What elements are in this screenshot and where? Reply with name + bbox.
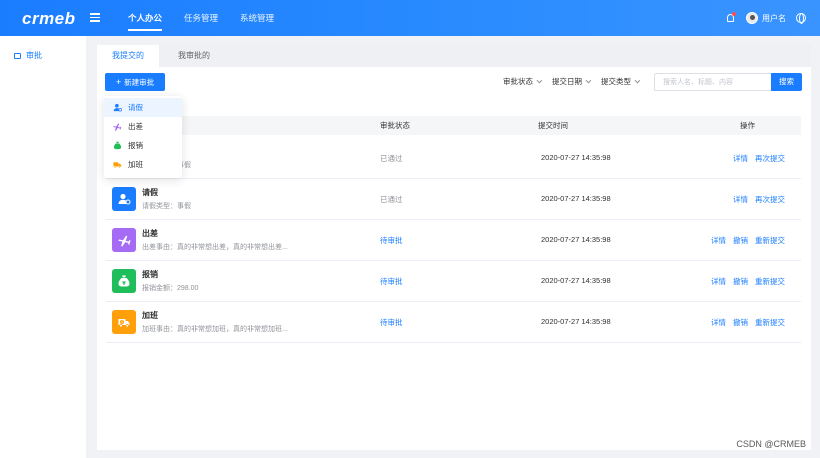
row-desc: 报销金额：298.00: [142, 285, 199, 292]
status-badge: 已通过: [380, 154, 403, 163]
document-icon: [14, 52, 21, 59]
row-title: 出差: [142, 229, 158, 238]
row-time: 2020-07-27 14:35:98: [541, 276, 611, 285]
top-nav: 个人办公 任务管理 系统管理: [128, 0, 296, 36]
resubmit-link[interactable]: 重新提交: [755, 317, 785, 328]
status-badge: 待审批: [380, 277, 403, 286]
status-badge: 待审批: [380, 236, 403, 245]
header-status: 审批状态: [380, 121, 410, 130]
withdraw-link[interactable]: 撤销: [733, 276, 748, 287]
row-desc: 加班事由：真的非常想加班，真的非常想加班...: [142, 326, 288, 333]
header-actions: 操作: [740, 121, 755, 130]
filter-submit-date[interactable]: 提交日期: [552, 76, 592, 87]
withdraw-link[interactable]: 撤销: [733, 317, 748, 328]
status-badge: 待审批: [380, 318, 403, 327]
logo[interactable]: crmeb: [22, 9, 76, 29]
money-bag-icon: ¥: [112, 269, 136, 293]
menu-toggle-icon[interactable]: [90, 13, 100, 22]
detail-link[interactable]: 详情: [733, 153, 748, 164]
row-title: 报销: [142, 270, 158, 279]
row-time: 2020-07-27 14:35:98: [541, 317, 611, 326]
search-button[interactable]: 搜索: [771, 73, 802, 91]
table-row[interactable]: 请假 请假类型：事假 已通过 2020-07-27 14:35:98 详情 再次…: [106, 179, 801, 220]
new-approval-button[interactable]: + 新建审批: [105, 73, 165, 91]
sidebar-item-label: 审批: [26, 51, 42, 60]
avatar[interactable]: [746, 12, 758, 24]
chevron-down-icon: [634, 77, 641, 83]
language-globe-icon[interactable]: [796, 13, 806, 24]
row-time: 2020-07-27 14:35:98: [541, 194, 611, 203]
row-actions: 详情 撤销 重新提交: [704, 276, 785, 287]
row-desc: 请假类型：事假: [142, 203, 191, 210]
withdraw-link[interactable]: 撤销: [733, 235, 748, 246]
sidebar: 审批: [0, 36, 86, 458]
top-header: crmeb 个人办公 任务管理 系统管理 用户名: [0, 0, 820, 36]
row-title: 请假: [142, 188, 158, 197]
resubmit-link[interactable]: 再次提交: [755, 153, 785, 164]
table-header: 审批状态 提交时间 操作: [106, 116, 801, 135]
airplane-icon: [113, 123, 122, 131]
status-badge: 已通过: [380, 195, 403, 204]
dropdown-item-leave[interactable]: 请假: [104, 98, 182, 117]
table-row[interactable]: 出差 出差事由：真的非常想出差，真的非常想出差... 待审批 2020-07-2…: [106, 220, 801, 261]
filter-submit-type[interactable]: 提交类型: [601, 76, 641, 87]
resubmit-link[interactable]: 重新提交: [755, 276, 785, 287]
nav-system-management[interactable]: 系统管理: [240, 0, 274, 36]
nav-task-management[interactable]: 任务管理: [184, 0, 218, 36]
row-time: 2020-07-27 14:35:98: [541, 153, 611, 162]
detail-link[interactable]: 详情: [711, 317, 726, 328]
header-time: 提交时间: [538, 121, 568, 130]
row-time: 2020-07-27 14:35:98: [541, 235, 611, 244]
table-row[interactable]: ¥ 报销 报销金额：298.00 待审批 2020-07-27 14:35:98…: [106, 261, 801, 302]
plus-icon: +: [115, 77, 122, 87]
table-row[interactable]: 加班 加班事由：真的非常想加班，真的非常想加班... 待审批 2020-07-2…: [106, 302, 801, 343]
row-actions: 详情 再次提交: [726, 153, 785, 164]
sidebar-item-approval[interactable]: 审批: [14, 50, 42, 61]
svg-text:¥: ¥: [122, 281, 126, 287]
header-user-area: 用户名: [727, 0, 806, 36]
person-icon: [113, 103, 122, 112]
row-desc: 出差事由：真的非常想出差，真的非常想出差...: [142, 244, 288, 251]
detail-link[interactable]: 详情: [711, 235, 726, 246]
tab-submitted[interactable]: 我提交的: [97, 45, 159, 67]
dropdown-item-trip[interactable]: 出差: [104, 117, 182, 136]
new-approval-dropdown: 请假 出差 报销 加班: [104, 96, 182, 178]
row-actions: 详情 撤销 重新提交: [704, 317, 785, 328]
tab-bar: 我提交的 我审批的: [97, 45, 811, 67]
airplane-icon: [112, 228, 136, 252]
notification-bell-icon[interactable]: [727, 12, 736, 22]
money-bag-icon: [113, 141, 122, 150]
detail-link[interactable]: 详情: [733, 194, 748, 205]
nav-personal-office[interactable]: 个人办公: [128, 0, 163, 36]
filter-approval-status[interactable]: 审批状态: [503, 76, 543, 87]
tab-to-approve[interactable]: 我审批的: [159, 45, 229, 67]
table-row[interactable]: 请假 请假类型：事假 已通过 2020-07-27 14:35:98 详情 再次…: [106, 138, 801, 179]
person-icon: [112, 187, 136, 211]
overtime-icon: [113, 162, 122, 169]
search-input[interactable]: [654, 73, 771, 91]
watermark: CSDN @CRMEB: [736, 439, 806, 449]
chevron-down-icon: [536, 77, 543, 83]
detail-link[interactable]: 详情: [711, 276, 726, 287]
row-actions: 详情 撤销 重新提交: [704, 235, 785, 246]
resubmit-link[interactable]: 重新提交: [755, 235, 785, 246]
username[interactable]: 用户名: [762, 13, 786, 24]
dropdown-item-reimburse[interactable]: 报销: [104, 136, 182, 155]
chevron-down-icon: [585, 77, 592, 83]
dropdown-item-overtime[interactable]: 加班: [104, 155, 182, 174]
resubmit-link[interactable]: 再次提交: [755, 194, 785, 205]
main-panel: 我提交的 我审批的 +新建审批 审批状态 提交日期 提交类型 搜索 审批状态 提…: [97, 45, 811, 450]
row-title: 加班: [142, 311, 158, 320]
overtime-icon: [112, 310, 136, 334]
row-actions: 详情 再次提交: [726, 194, 785, 205]
